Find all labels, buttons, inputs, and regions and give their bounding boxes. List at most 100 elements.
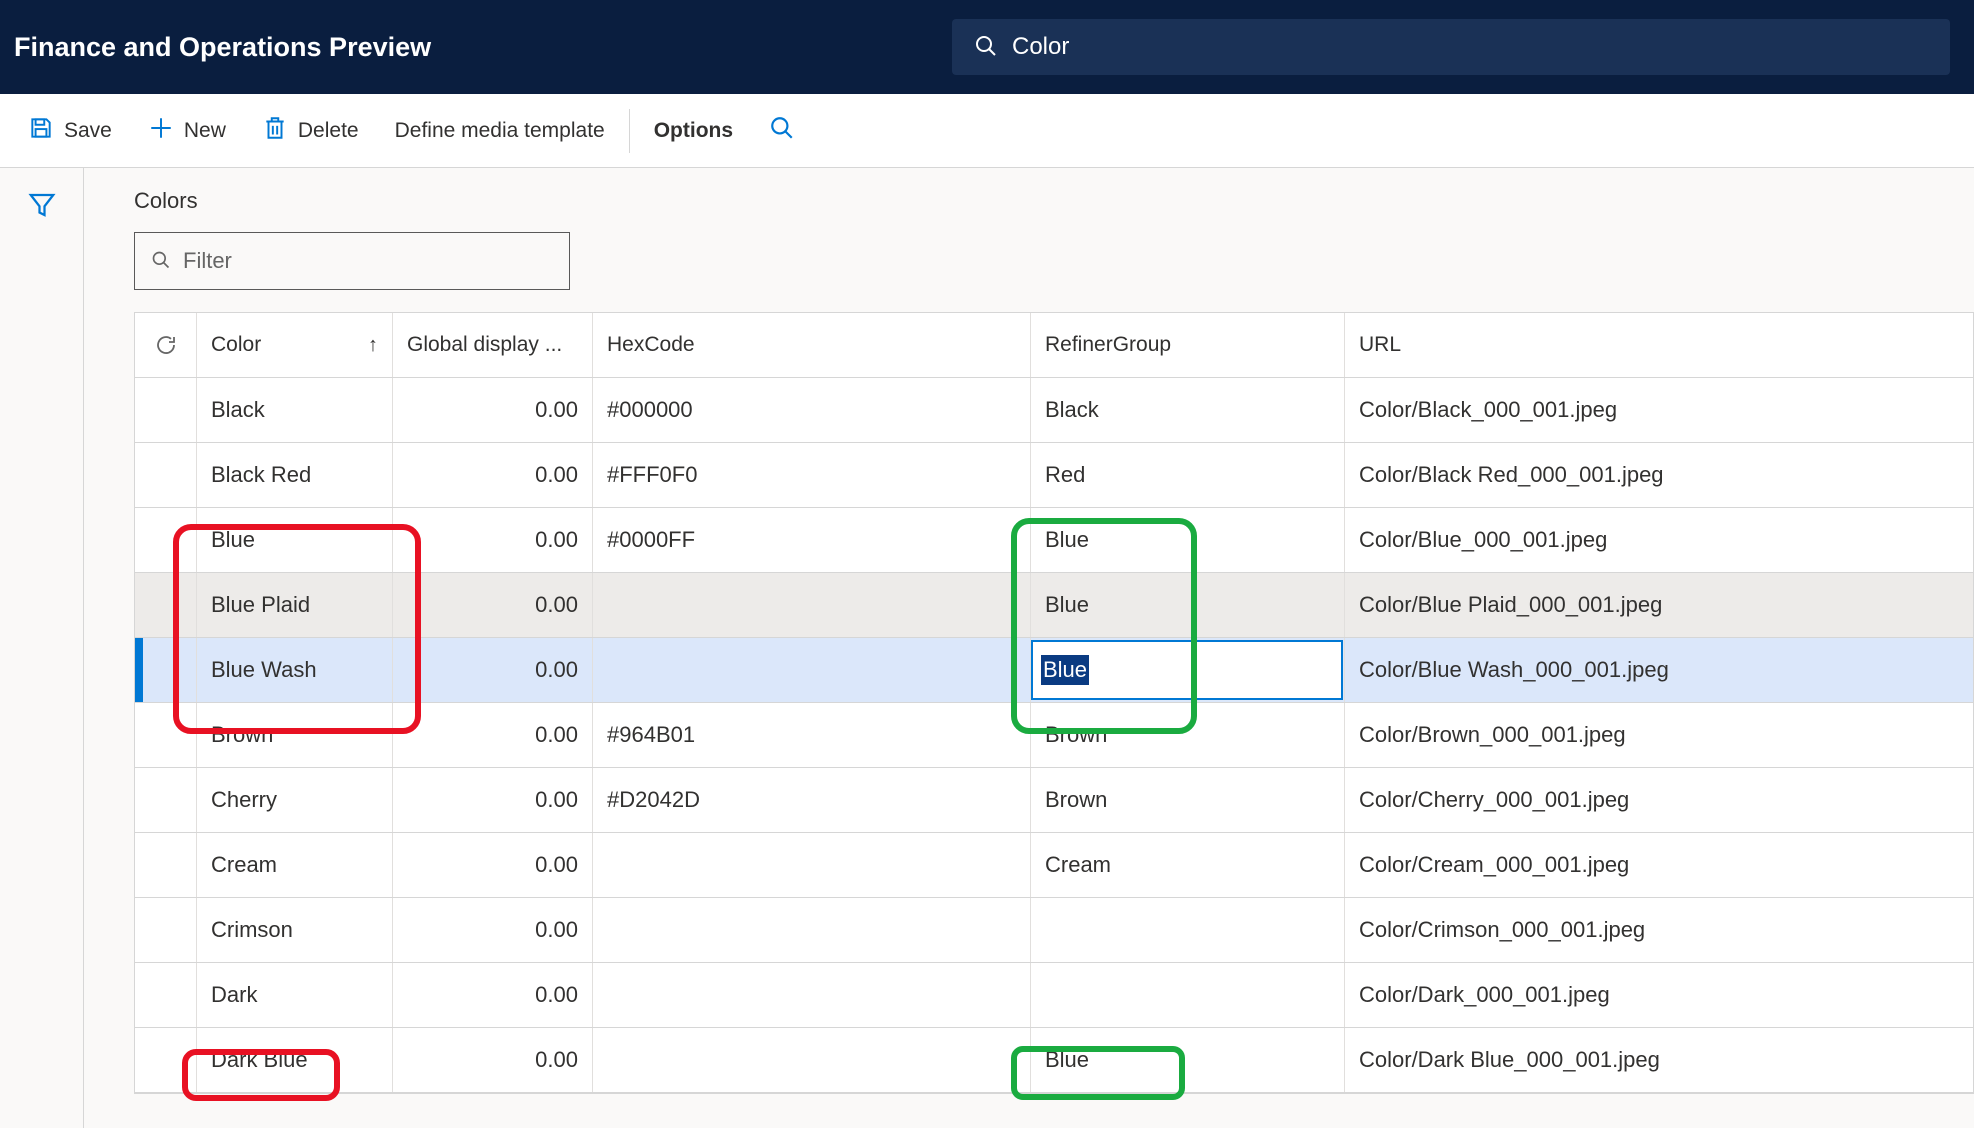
cell-hexcode[interactable] <box>593 1028 1031 1092</box>
cell-global-display[interactable]: 0.00 <box>393 898 593 962</box>
cell-color[interactable]: Black Red <box>197 443 393 507</box>
cell-refiner-group[interactable]: Blue <box>1031 1028 1345 1092</box>
cell-color[interactable]: Brown <box>197 703 393 767</box>
table-row[interactable]: Blue0.00#0000FFBlueColor/Blue_000_001.jp… <box>135 508 1973 573</box>
table-row[interactable]: Brown0.00#964B01BrownColor/Brown_000_001… <box>135 703 1973 768</box>
cell-refiner-group[interactable]: Blue <box>1031 508 1345 572</box>
save-button[interactable]: Save <box>10 94 130 167</box>
row-marker[interactable] <box>135 768 197 832</box>
toolbar-search-button[interactable] <box>751 94 813 167</box>
cell-refiner-group[interactable] <box>1031 963 1345 1027</box>
cell-url[interactable]: Color/Cherry_000_001.jpeg <box>1345 768 1973 832</box>
cell-url[interactable]: Color/Blue Plaid_000_001.jpeg <box>1345 573 1973 637</box>
cell-color[interactable]: Blue Wash <box>197 638 393 702</box>
cell-global-display[interactable]: 0.00 <box>393 573 593 637</box>
row-marker[interactable] <box>135 443 197 507</box>
cell-refiner-group[interactable]: Brown <box>1031 768 1345 832</box>
cell-color[interactable]: Dark Blue <box>197 1028 393 1092</box>
cell-url[interactable]: Color/Crimson_000_001.jpeg <box>1345 898 1973 962</box>
cell-hexcode[interactable]: #000000 <box>593 378 1031 442</box>
save-icon <box>28 115 64 147</box>
cell-refiner-group[interactable]: Cream <box>1031 833 1345 897</box>
cell-refiner-group[interactable]: Red <box>1031 443 1345 507</box>
column-header-url[interactable]: URL <box>1345 313 1973 377</box>
cell-global-display[interactable]: 0.00 <box>393 443 593 507</box>
cell-url[interactable]: Color/Cream_000_001.jpeg <box>1345 833 1973 897</box>
new-button[interactable]: New <box>130 94 244 167</box>
cell-hexcode[interactable] <box>593 573 1031 637</box>
row-marker[interactable] <box>135 1028 197 1092</box>
cell-url[interactable]: Color/Black_000_001.jpeg <box>1345 378 1973 442</box>
cell-color[interactable]: Dark <box>197 963 393 1027</box>
cell-refiner-group[interactable]: Blue <box>1031 573 1345 637</box>
row-marker[interactable] <box>135 378 197 442</box>
column-header-hexcode[interactable]: HexCode <box>593 313 1031 377</box>
options-button[interactable]: Options <box>636 94 751 167</box>
cell-url[interactable]: Color/Dark Blue_000_001.jpeg <box>1345 1028 1973 1092</box>
table-row[interactable]: Blue Plaid0.00 BlueColor/Blue Plaid_000_0… <box>135 573 1973 638</box>
cell-url[interactable]: Color/Blue_000_001.jpeg <box>1345 508 1973 572</box>
top-search[interactable] <box>952 19 1950 75</box>
cell-hexcode[interactable]: #FFF0F0 <box>593 443 1031 507</box>
cell-url[interactable]: Color/Brown_000_001.jpeg <box>1345 703 1973 767</box>
row-marker[interactable] <box>135 898 197 962</box>
cell-hexcode[interactable] <box>593 833 1031 897</box>
cell-global-display[interactable]: 0.00 <box>393 703 593 767</box>
refresh-header[interactable] <box>135 313 197 377</box>
cell-url[interactable]: Color/Dark_000_001.jpeg <box>1345 963 1973 1027</box>
define-media-template-label: Define media template <box>395 119 605 143</box>
cell-global-display[interactable]: 0.00 <box>393 638 593 702</box>
row-marker[interactable] <box>135 963 197 1027</box>
row-marker[interactable] <box>135 573 197 637</box>
top-search-input[interactable] <box>1012 33 1928 61</box>
cell-color[interactable]: Blue Plaid <box>197 573 393 637</box>
table-row[interactable]: Cherry0.00#D2042DBrownColor/Cherry_000_0… <box>135 768 1973 833</box>
cell-hexcode[interactable]: #0000FF <box>593 508 1031 572</box>
cell-refiner-group[interactable] <box>1031 898 1345 962</box>
row-marker[interactable] <box>135 703 197 767</box>
top-header: Finance and Operations Preview <box>0 0 1974 94</box>
cell-url[interactable]: Color/Blue Wash_000_001.jpeg <box>1345 638 1973 702</box>
cell-refiner-group[interactable]: Brown <box>1031 703 1345 767</box>
column-header-color[interactable]: Color ↑ <box>197 313 393 377</box>
cell-global-display[interactable]: 0.00 <box>393 833 593 897</box>
cell-global-display[interactable]: 0.00 <box>393 963 593 1027</box>
cell-color[interactable]: Black <box>197 378 393 442</box>
column-header-refiner-group[interactable]: RefinerGroup <box>1031 313 1345 377</box>
filter-box[interactable] <box>134 232 570 290</box>
cell-color[interactable]: Cream <box>197 833 393 897</box>
left-rail <box>0 168 84 1128</box>
editing-cell[interactable]: Blue <box>1031 640 1343 700</box>
table-row[interactable]: Cream0.00CreamColor/Cream_000_001.jpeg <box>135 833 1973 898</box>
delete-button[interactable]: Delete <box>244 94 377 167</box>
cell-global-display[interactable]: 0.00 <box>393 508 593 572</box>
cell-color[interactable]: Blue <box>197 508 393 572</box>
filter-icon[interactable] <box>27 190 57 1128</box>
cell-global-display[interactable]: 0.00 <box>393 768 593 832</box>
cell-url[interactable]: Color/Black Red_000_001.jpeg <box>1345 443 1973 507</box>
define-media-template-button[interactable]: Define media template <box>377 94 623 167</box>
cell-hexcode[interactable] <box>593 963 1031 1027</box>
table-row[interactable]: Dark Blue0.00 BlueColor/Dark Blue_000_001… <box>135 1028 1973 1093</box>
cell-hexcode[interactable]: #964B01 <box>593 703 1031 767</box>
cell-refiner-group[interactable]: Blue <box>1031 638 1345 702</box>
table-row[interactable]: Black Red0.00#FFF0F0RedColor/Black Red_0… <box>135 443 1973 508</box>
cell-global-display[interactable]: 0.00 <box>393 1028 593 1092</box>
table-row[interactable]: Crimson0.00 Color/Crimson_000_001.jpeg <box>135 898 1973 963</box>
row-marker[interactable] <box>135 638 197 702</box>
cell-hexcode[interactable] <box>593 898 1031 962</box>
row-marker[interactable] <box>135 508 197 572</box>
new-label: New <box>184 119 226 143</box>
cell-color[interactable]: Crimson <box>197 898 393 962</box>
table-row[interactable]: Blue Wash0.00 BlueColor/Blue Wash_000_001… <box>135 638 1973 703</box>
filter-input[interactable] <box>183 248 553 274</box>
cell-color[interactable]: Cherry <box>197 768 393 832</box>
cell-global-display[interactable]: 0.00 <box>393 378 593 442</box>
column-header-global-display[interactable]: Global display ... <box>393 313 593 377</box>
cell-hexcode[interactable] <box>593 638 1031 702</box>
table-row[interactable]: Dark0.00 Color/Dark_000_001.jpeg <box>135 963 1973 1028</box>
table-row[interactable]: Black0.00#000000BlackColor/Black_000_001… <box>135 378 1973 443</box>
row-marker[interactable] <box>135 833 197 897</box>
cell-hexcode[interactable]: #D2042D <box>593 768 1031 832</box>
cell-refiner-group[interactable]: Black <box>1031 378 1345 442</box>
